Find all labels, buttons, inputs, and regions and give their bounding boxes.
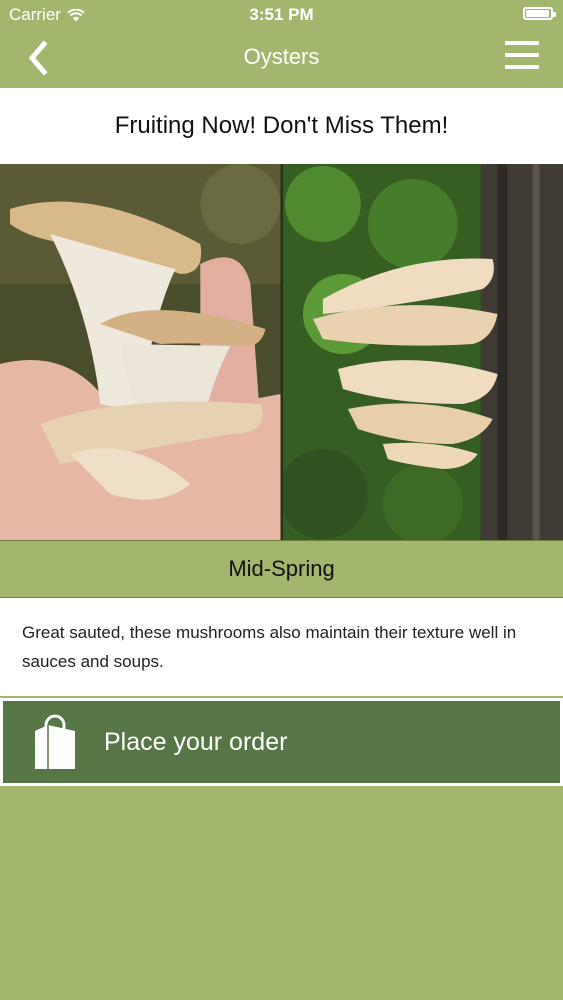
oyster-mushroom-in-hand-photo [0,164,281,540]
battery-icon [523,7,556,20]
oyster-mushrooms-on-tree-trunk-photo [282,164,563,540]
battery-level [526,10,549,17]
description-panel: Great sauted, these mushrooms also maint… [0,598,563,696]
season-label: Mid-Spring [228,556,335,581]
headline-text: Fruiting Now! Don't Miss Them! [114,112,449,139]
hamburger-menu-icon[interactable] [505,41,539,71]
headline-banner: Fruiting Now! Don't Miss Them! [0,88,563,164]
place-order-button[interactable]: Place your order [3,701,560,783]
status-time: 3:51 PM [249,5,314,24]
season-bar: Mid-Spring [0,540,563,598]
navigation-bar: Oysters [0,30,563,87]
page-title: Oysters [243,44,320,69]
order-button-container: Place your order [0,698,563,786]
description-text: Great sauted, these mushrooms also maint… [22,623,517,671]
shopping-bag-icon [35,714,75,769]
place-order-label: Place your order [104,727,288,756]
photo-gallery [0,164,563,540]
status-bar: Carrier 3:51 PM [0,0,563,30]
